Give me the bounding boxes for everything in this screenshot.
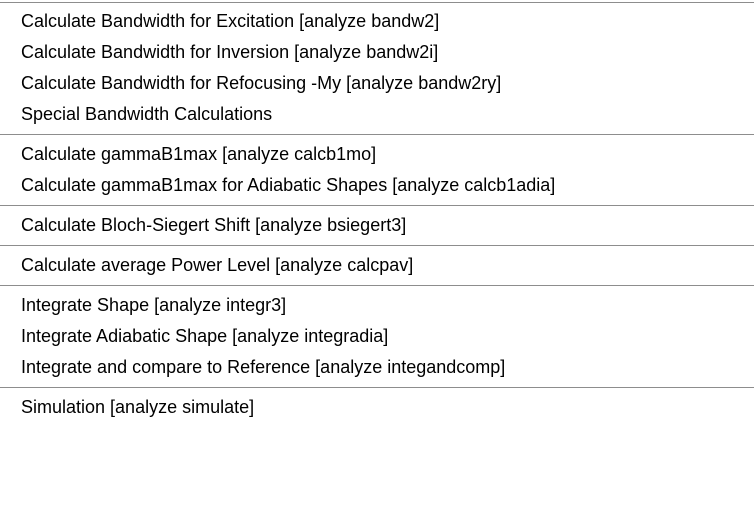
menu-item-gammab1max[interactable]: Calculate gammaB1max [analyze calcb1mo] [0,139,754,170]
menu-item-integrate-shape[interactable]: Integrate Shape [analyze integr3] [0,290,754,321]
analysis-dropdown-menu: Calculate Bandwidth for Excitation [anal… [0,0,754,525]
menu-item-gammab1max-adiabatic[interactable]: Calculate gammaB1max for Adiabatic Shape… [0,170,754,201]
menu-separator [0,201,754,210]
menu-separator [0,281,754,290]
menu-item-bloch-siegert-shift[interactable]: Calculate Bloch-Siegert Shift [analyze b… [0,210,754,241]
menu-item-integrate-adiabatic-shape[interactable]: Integrate Adiabatic Shape [analyze integ… [0,321,754,352]
menu-item-bandwidth-refocusing[interactable]: Calculate Bandwidth for Refocusing -My [… [0,68,754,99]
menu-item-simulation[interactable]: Simulation [analyze simulate] [0,392,754,423]
menu-item-bandwidth-inversion[interactable]: Calculate Bandwidth for Inversion [analy… [0,37,754,68]
menu-item-integrate-compare-reference[interactable]: Integrate and compare to Reference [anal… [0,352,754,383]
menu-item-special-bandwidth[interactable]: Special Bandwidth Calculations [0,99,754,130]
menu-separator [0,383,754,392]
menu-item-average-power-level[interactable]: Calculate average Power Level [analyze c… [0,250,754,281]
menu-separator [0,130,754,139]
menu-item-bandwidth-excitation[interactable]: Calculate Bandwidth for Excitation [anal… [0,6,754,37]
menu-separator [0,241,754,250]
menu-top-border [0,0,754,5]
